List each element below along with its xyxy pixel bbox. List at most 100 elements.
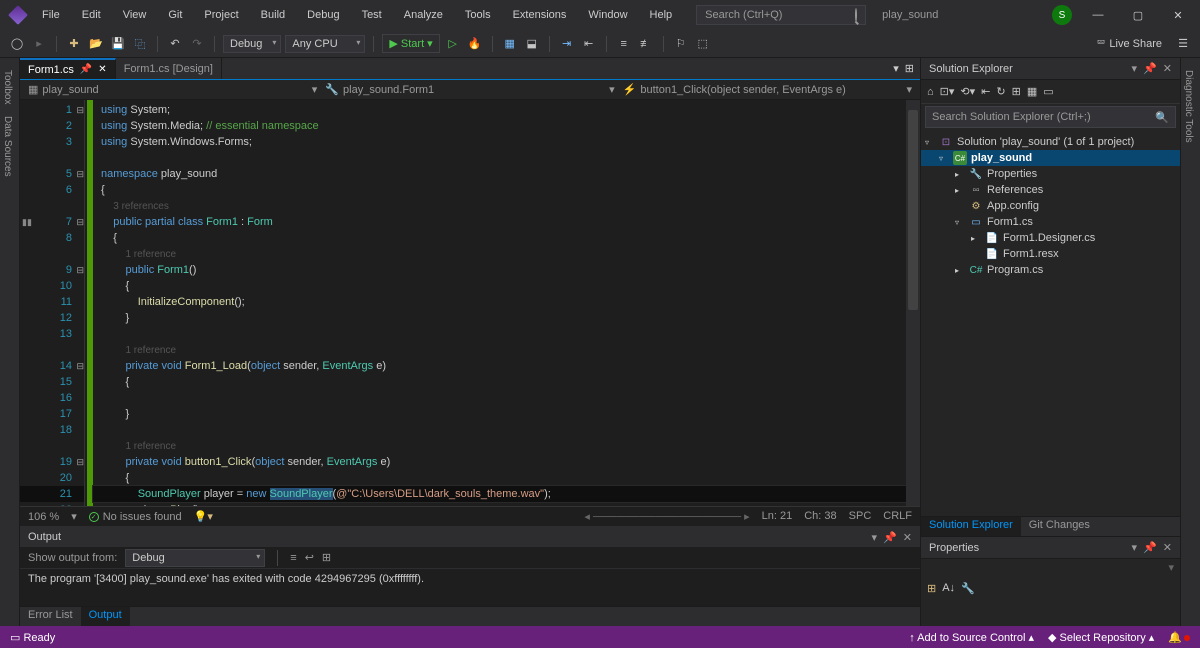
home-icon[interactable]: ⌂	[927, 86, 934, 98]
tab-form1-cs[interactable]: Form1.cs 📌 ✕	[20, 58, 116, 79]
indent-mode[interactable]: SPC	[849, 510, 872, 523]
tree-appconfig[interactable]: ⚙ App.config	[921, 198, 1180, 214]
menu-project[interactable]: Project	[196, 5, 246, 25]
codelens-refs[interactable]: 3 references	[113, 201, 169, 212]
undo-icon[interactable]: ↶	[166, 35, 184, 53]
menu-build[interactable]: Build	[253, 5, 293, 25]
menu-window[interactable]: Window	[580, 5, 635, 25]
start-no-debug-icon[interactable]: ▷	[444, 35, 462, 53]
live-share-button[interactable]: ⮹ Live Share	[1097, 37, 1162, 50]
se-tab[interactable]: Solution Explorer	[921, 517, 1021, 536]
show-all-icon[interactable]: ⊞	[1012, 85, 1021, 98]
line-ending[interactable]: CRLF	[883, 510, 912, 523]
menu-git[interactable]: Git	[160, 5, 190, 25]
menu-extensions[interactable]: Extensions	[505, 5, 575, 25]
wrap-icon[interactable]: ↩	[305, 551, 314, 564]
outdent-icon[interactable]: ⇤	[580, 35, 598, 53]
tree-references[interactable]: ▸▫▫ References	[921, 182, 1180, 198]
tree-program[interactable]: ▸C# Program.cs	[921, 262, 1180, 278]
menu-file[interactable]: File	[34, 5, 68, 25]
tab-form1-design[interactable]: Form1.cs [Design]	[116, 58, 222, 79]
uncomment-icon[interactable]: ≢	[637, 35, 655, 53]
tree-project[interactable]: ▿C# play_sound	[921, 150, 1180, 166]
props-wrench-icon[interactable]: 🔧	[961, 582, 975, 595]
indent-icon[interactable]: ⇥	[558, 35, 576, 53]
output-tab[interactable]: Output	[81, 607, 130, 626]
tree-form1-designer[interactable]: ▸📄 Form1.Designer.cs	[921, 230, 1180, 246]
panel-close-icon[interactable]: ✕	[1163, 62, 1172, 75]
git-changes-tab[interactable]: Git Changes	[1021, 517, 1098, 536]
menu-edit[interactable]: Edit	[74, 5, 109, 25]
new-project-icon[interactable]: ✚	[65, 35, 83, 53]
pin-icon[interactable]: 📌	[80, 64, 92, 75]
panel-pin-icon[interactable]: 📌	[1143, 62, 1157, 75]
platform-dropdown[interactable]: Any CPU	[285, 35, 365, 53]
vertical-scrollbar[interactable]	[906, 100, 920, 506]
save-all-icon[interactable]: ⿻	[131, 35, 149, 53]
tree-properties[interactable]: ▸🔧 Properties	[921, 166, 1180, 182]
panel-options-icon[interactable]: ⊞	[905, 62, 914, 75]
line-pos[interactable]: Ln: 21	[762, 510, 793, 523]
config-dropdown[interactable]: Debug	[223, 35, 281, 53]
panel-pin-icon[interactable]: 📌	[1143, 541, 1157, 554]
minimize-button[interactable]: —	[1084, 9, 1112, 21]
output-text[interactable]: The program '[3400] play_sound.exe' has …	[20, 569, 920, 606]
data-sources-tab[interactable]: Data Sources	[0, 112, 15, 181]
preview-icon[interactable]: ▭	[1043, 85, 1053, 98]
sync-icon[interactable]: ⟲▾	[960, 85, 975, 98]
panel-dropdown-icon[interactable]: ▾	[1132, 541, 1138, 554]
clear-icon[interactable]: ≡	[290, 552, 296, 564]
global-search[interactable]: Search (Ctrl+Q)	[696, 5, 866, 25]
error-list-tab[interactable]: Error List	[20, 607, 81, 626]
codelens-refs[interactable]: 1 reference	[125, 249, 176, 260]
switch-view-icon[interactable]: ⊡▾	[940, 85, 955, 98]
hot-reload-icon[interactable]: 🔥	[466, 35, 484, 53]
menu-analyze[interactable]: Analyze	[396, 5, 451, 25]
tag-icon[interactable]: ⬚	[694, 35, 712, 53]
properties-icon[interactable]: ▦	[1027, 85, 1037, 98]
panel-dropdown-icon[interactable]: ▾	[872, 531, 878, 544]
codelens-refs[interactable]: 1 reference	[125, 441, 176, 452]
menu-test[interactable]: Test	[354, 5, 390, 25]
props-dropdown[interactable]: ▾	[921, 559, 1180, 576]
notifications-icon[interactable]: 🔔	[1168, 631, 1190, 644]
tree-form1-resx[interactable]: 📄 Form1.resx	[921, 246, 1180, 262]
breadcrumb-class[interactable]: 🔧 play_sound.Form1	[325, 83, 601, 96]
alpha-icon[interactable]: A↓	[942, 582, 955, 594]
categorize-icon[interactable]: ⊞	[927, 582, 936, 595]
user-badge[interactable]: S	[1052, 5, 1072, 25]
add-to-scm[interactable]: ↑ Add to Source Control ▴	[909, 631, 1034, 644]
toolbox-tab[interactable]: Toolbox	[0, 66, 15, 108]
breadcrumb-method[interactable]: ⚡ button1_Click(object sender, EventArgs…	[623, 83, 899, 96]
bookmark-icon[interactable]: ⚐	[672, 35, 690, 53]
close-button[interactable]: ✕	[1164, 9, 1192, 22]
tree-form1[interactable]: ▿▭ Form1.cs	[921, 214, 1180, 230]
menu-tools[interactable]: Tools	[457, 5, 499, 25]
tab-close-icon[interactable]: ✕	[98, 64, 106, 75]
panel-dropdown-icon[interactable]: ▾	[1132, 62, 1138, 75]
code-editor[interactable]: 1⊟ 2 3 5⊟ 6 ▮▮7⊟ 8 9⊟ 10 11 12 13 14⊟ 15…	[20, 100, 920, 506]
output-source-dropdown[interactable]: Debug	[125, 549, 265, 567]
panel-close-icon[interactable]: ✕	[1163, 541, 1172, 554]
char-pos[interactable]: Ch: 38	[804, 510, 836, 523]
menu-debug[interactable]: Debug	[299, 5, 347, 25]
browser-icon[interactable]: ▦	[501, 35, 519, 53]
forward-icon[interactable]: ▸	[30, 35, 48, 53]
toggle-icon[interactable]: ⊞	[322, 551, 331, 564]
refresh-icon[interactable]: ↻	[996, 85, 1005, 98]
active-files-dropdown-icon[interactable]: ▾	[893, 62, 899, 75]
maximize-button[interactable]: ▢	[1124, 9, 1152, 22]
open-icon[interactable]: 📂	[87, 35, 105, 53]
collapse-icon[interactable]: ⇤	[981, 85, 990, 98]
tree-solution[interactable]: ▿⊡ Solution 'play_sound' (1 of 1 project…	[921, 134, 1180, 150]
lightbulb-icon[interactable]: 💡▾	[194, 510, 213, 523]
step-icon[interactable]: ⬓	[523, 35, 541, 53]
menu-view[interactable]: View	[115, 5, 155, 25]
diagnostic-tools-tab[interactable]: Diagnostic Tools	[1181, 66, 1196, 147]
menu-help[interactable]: Help	[642, 5, 681, 25]
select-repo[interactable]: ◆ Select Repository ▴	[1048, 631, 1154, 644]
breadcrumb-project[interactable]: ▦ play_sound	[28, 83, 304, 96]
codelens-refs[interactable]: 1 reference	[125, 345, 176, 356]
redo-icon[interactable]: ↷	[188, 35, 206, 53]
feedback-icon[interactable]: ☰	[1174, 35, 1192, 53]
